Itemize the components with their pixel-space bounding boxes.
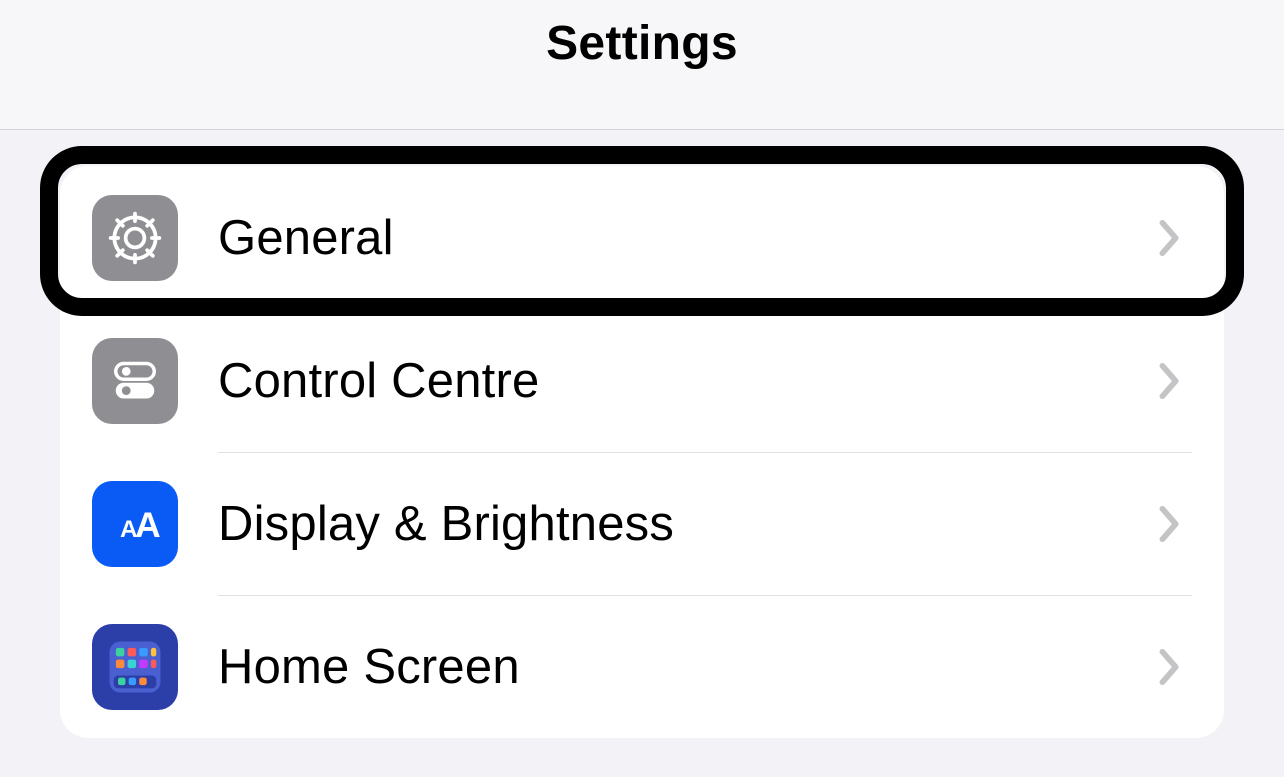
- chevron-right-icon: [1156, 362, 1184, 400]
- row-label-control-centre: Control Centre: [218, 353, 1156, 409]
- settings-header: Settings: [0, 0, 1284, 130]
- gear-icon: [92, 195, 178, 281]
- row-divider: [218, 452, 1192, 453]
- settings-row-home-screen[interactable]: Home Screen: [60, 595, 1224, 738]
- chevron-right-icon: [1156, 219, 1184, 257]
- row-label-home-screen: Home Screen: [218, 639, 1156, 695]
- row-label-general: General: [218, 210, 1156, 266]
- page-title: Settings: [546, 16, 738, 71]
- svg-text:A: A: [135, 505, 161, 545]
- text-size-icon: A A: [92, 481, 178, 567]
- row-label-display-brightness: Display & Brightness: [218, 496, 1156, 552]
- chevron-right-icon: [1156, 505, 1184, 543]
- app-grid-icon: [92, 624, 178, 710]
- toggles-icon: [92, 338, 178, 424]
- settings-list: General Control Centre A A D: [60, 166, 1224, 738]
- settings-row-control-centre[interactable]: Control Centre: [60, 309, 1224, 452]
- settings-row-general[interactable]: General: [60, 166, 1224, 309]
- chevron-right-icon: [1156, 648, 1184, 686]
- row-divider: [218, 595, 1192, 596]
- settings-row-display-brightness[interactable]: A A Display & Brightness: [60, 452, 1224, 595]
